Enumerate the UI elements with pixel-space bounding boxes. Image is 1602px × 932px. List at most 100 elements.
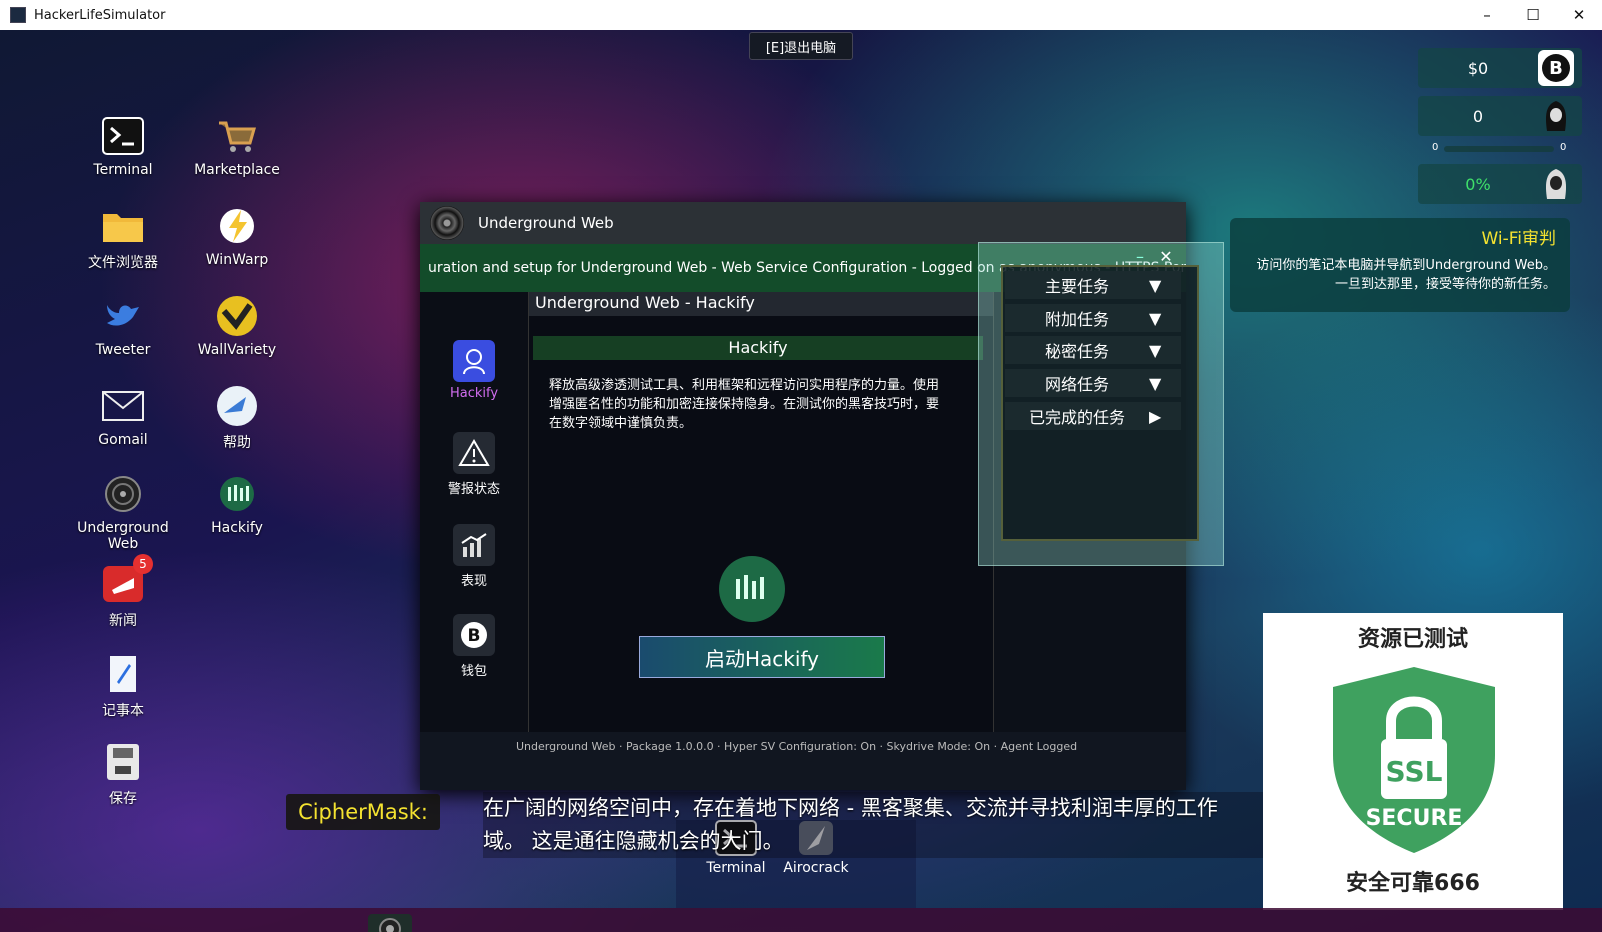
close-button[interactable]: ✕	[1556, 0, 1602, 30]
desktop-icon-label: 新闻	[109, 613, 137, 629]
money-value: $0	[1467, 58, 1489, 78]
taskbar-underground-web-icon[interactable]	[368, 914, 412, 932]
mission-category-extra[interactable]: 附加任务 ▼	[1005, 304, 1181, 332]
desktop: [E]退出电脑 Terminal Marketplace 文件浏览器 WinWa…	[0, 30, 1602, 932]
chevron-down-icon: ▼	[1149, 308, 1162, 328]
dock-item-label: Terminal	[706, 860, 766, 876]
desktop-icon-winwarp[interactable]: WinWarp	[182, 204, 292, 268]
sidebar-item-hackify[interactable]: Hackify	[420, 340, 528, 401]
notification-badge: 5	[133, 554, 153, 574]
ssl-card-footer: 安全可靠666	[1346, 871, 1480, 896]
sidebar-item-performance[interactable]: 表现	[420, 524, 528, 589]
reputation-value: 0	[1472, 106, 1484, 126]
task-notification-panel: Wi-Fi审判 访问你的笔记本电脑并导航到Underground Web。 一旦…	[1230, 218, 1570, 312]
mission-category-main[interactable]: 主要任务 ▼	[1005, 271, 1181, 299]
mission-category-label: 网络任务	[1044, 375, 1109, 394]
desktop-icon-help[interactable]: 帮助	[182, 384, 292, 452]
sidebar-item-label: Hackify	[449, 386, 499, 401]
taskbar	[0, 908, 1602, 932]
sidebar-item-label: 钱包	[460, 664, 487, 679]
subtitle-text: 在广阔的网络空间中，存在着地下网络 - 黑客聚集、交流并寻找利润丰厚的工作 域。…	[483, 792, 1263, 858]
mission-category-completed[interactable]: 已完成的任务 ▶	[1005, 402, 1181, 430]
desktop-icon-underground-web[interactable]: Underground Web	[68, 472, 178, 552]
mission-category-label: 已完成的任务	[1028, 408, 1125, 427]
wallvariety-icon	[215, 294, 259, 338]
folder-icon	[101, 204, 145, 248]
progress-max: 0	[1560, 142, 1567, 153]
launch-hackify-button[interactable]: 启动Hackify	[639, 636, 885, 678]
svg-text:B: B	[1549, 58, 1563, 79]
missions-list: 主要任务 ▼ 附加任务 ▼ 秘密任务 ▼ 网络任务 ▼ 已完成的任务 ▶	[1001, 265, 1199, 541]
desktop-icon-gomail[interactable]: Gomail	[68, 384, 178, 448]
desktop-icon-notepad[interactable]: 记事本	[68, 652, 178, 720]
task-description: 访问你的笔记本电脑并导航到Underground Web。 一旦到达那里，接受等…	[1256, 256, 1556, 294]
hacker-icon	[1538, 98, 1574, 134]
exit-computer-button[interactable]: [E]退出电脑	[749, 32, 853, 60]
app-window-header: Underground Web	[420, 202, 1186, 244]
mission-category-label: 附加任务	[1044, 310, 1109, 329]
desktop-icon-marketplace[interactable]: Marketplace	[182, 114, 292, 178]
progress-min: 0	[1432, 142, 1439, 153]
ssl-card-title: 资源已测试	[1357, 627, 1468, 652]
ssl-text: SSL	[1386, 755, 1443, 788]
desktop-icon-news[interactable]: 5 新闻	[68, 554, 178, 630]
desktop-icon-label: 记事本	[102, 703, 144, 719]
panel-title: Underground Web - Hackify	[529, 292, 993, 316]
task-line: 一旦到达那里，接受等待你的新任务。	[1334, 277, 1556, 292]
hacker-avatar-icon	[453, 340, 495, 382]
svg-text:B: B	[468, 626, 481, 646]
app-icon	[10, 7, 26, 23]
hackify-logo-icon	[719, 556, 785, 622]
maximize-button[interactable]: ☐	[1510, 0, 1556, 30]
missions-minimize-button[interactable]: –	[1129, 246, 1151, 266]
sidebar-item-alert[interactable]: 警报状态	[420, 432, 528, 497]
missions-close-button[interactable]: ✕	[1155, 246, 1177, 266]
bird-icon	[101, 294, 145, 338]
task-line: 访问你的笔记本电脑并导航到Underground Web。	[1256, 258, 1556, 273]
desktop-icon-file-browser[interactable]: 文件浏览器	[68, 204, 178, 272]
footer-text: Underground Web · Package 1.0.0.0 · Hype…	[516, 740, 1078, 753]
hackify-icon	[215, 472, 259, 516]
secure-text: SECURE	[1366, 806, 1463, 831]
desktop-icon-label: Hackify	[211, 520, 263, 536]
money-display: $0 B	[1418, 48, 1582, 88]
performance-chart-icon	[453, 524, 495, 566]
desktop-icon-save[interactable]: 保存	[68, 740, 178, 808]
minimize-button[interactable]: –	[1464, 0, 1510, 30]
save-icon	[101, 740, 145, 784]
missions-panel: – ✕ 主要任务 ▼ 附加任务 ▼ 秘密任务 ▼ 网络任务 ▼ 已完成的任务 ▶	[978, 242, 1224, 566]
mail-icon	[101, 384, 145, 428]
warning-icon	[453, 432, 495, 474]
desktop-icon-terminal[interactable]: Terminal	[68, 114, 178, 178]
subtitle-line: 在广阔的网络空间中，存在着地下网络 - 黑客聚集、交流并寻找利润丰厚的工作	[483, 796, 1218, 820]
mission-category-network[interactable]: 网络任务 ▼	[1005, 369, 1181, 397]
help-bird-icon	[215, 384, 259, 428]
mission-category-label: 秘密任务	[1044, 342, 1109, 361]
panel-heading: Hackify	[533, 336, 983, 360]
desktop-icon-wallvariety[interactable]: WallVariety	[182, 294, 292, 358]
app-sidebar: Hackify 警报状态 表现 B 钱包	[420, 292, 528, 790]
desktop-icon-label: Underground Web	[77, 520, 169, 552]
hackify-panel: Underground Web - Hackify Hackify 释放高级渗透…	[528, 292, 994, 732]
mission-category-secret[interactable]: 秘密任务 ▼	[1005, 336, 1181, 364]
desktop-icon-tweeter[interactable]: Tweeter	[68, 294, 178, 358]
desktop-icon-label: 保存	[109, 791, 137, 807]
news-icon: 5	[101, 554, 153, 606]
chevron-down-icon: ▼	[1149, 373, 1162, 393]
cart-icon	[215, 114, 259, 158]
reputation-display: 0	[1418, 96, 1582, 136]
chevron-down-icon: ▼	[1149, 275, 1162, 295]
desktop-icon-label: Tweeter	[95, 342, 151, 358]
desktop-icon-hackify[interactable]: Hackify	[182, 472, 292, 536]
sidebar-item-label: 警报状态	[447, 482, 500, 497]
mission-category-label: 主要任务	[1044, 277, 1109, 296]
desktop-icon-label: Marketplace	[194, 162, 280, 178]
desktop-icon-label: WallVariety	[197, 342, 277, 358]
task-title: Wi-Fi审判	[1481, 229, 1556, 249]
panel-description: 释放高级渗透测试工具、利用框架和远程访问实用程序的力量。使用增强匿名性的功能和加…	[549, 378, 940, 431]
notepad-icon	[101, 652, 145, 696]
desktop-icon-label: 帮助	[223, 435, 251, 451]
dock-item-label: Airocrack	[783, 860, 849, 876]
subtitle-line: 域。 这是通往隐藏机会的大门。	[483, 829, 784, 853]
sidebar-item-wallet[interactable]: B 钱包	[420, 614, 528, 679]
